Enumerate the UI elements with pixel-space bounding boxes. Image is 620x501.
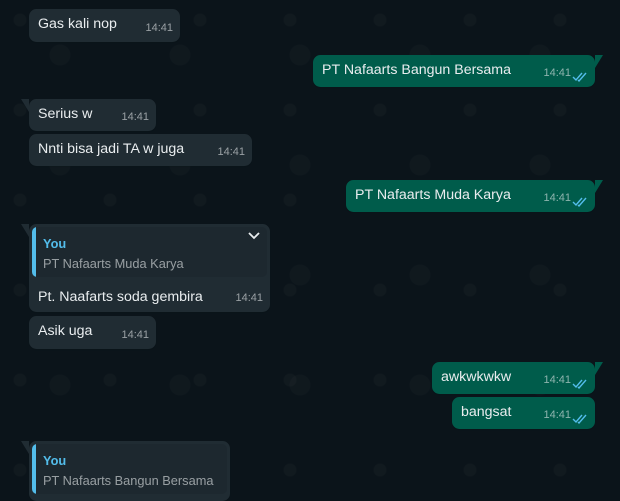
message-time: 14:41 <box>121 329 149 341</box>
message-time: 14:41 <box>543 374 571 386</box>
quoted-message[interactable]: You PT Nafaarts Muda Karya <box>32 227 267 277</box>
message-text: Serius w <box>38 106 93 122</box>
message-bubble-incoming[interactable]: Nnti bisa jadi TA w juga 14:41 <box>29 134 252 166</box>
message-time: 14:41 <box>543 67 571 79</box>
message-time: 14:41 <box>145 22 173 34</box>
quote-text: PT Nafaarts Muda Karya <box>43 256 184 271</box>
quoted-message[interactable]: You PT Nafaarts Bangun Bersama <box>32 444 227 494</box>
message-time: 14:41 <box>543 409 571 421</box>
message-bubble-incoming[interactable]: Gas kali nop 14:41 <box>29 9 180 42</box>
message-bubble-outgoing[interactable]: awkwkwkw 14:41 <box>432 362 603 394</box>
message-text: Gas kali nop <box>38 16 117 32</box>
quote-author: You <box>43 236 67 251</box>
quote-author: You <box>43 453 67 468</box>
message-text: bangsat <box>461 404 512 420</box>
message-time: 14:41 <box>543 192 571 204</box>
message-text: Pt. Naafarts soda gembira <box>38 289 203 305</box>
quote-accent-bar <box>32 227 36 277</box>
message-text: Nnti bisa jadi TA w juga <box>38 141 185 157</box>
message-bubble-incoming[interactable]: Asik uga 14:41 <box>29 316 156 349</box>
message-text: PT Nafaarts Bangun Bersama <box>322 62 512 78</box>
message-bubble-incoming[interactable]: Serius w 14:41 <box>21 99 156 131</box>
message-bubble-incoming-reply[interactable]: You PT Nafaarts Bangun Bersama <box>21 441 230 501</box>
quote-accent-bar <box>32 444 36 494</box>
message-bubble-incoming-reply[interactable]: You PT Nafaarts Muda Karya Pt. Naafarts … <box>21 224 270 312</box>
message-time: 14:41 <box>217 146 245 158</box>
quote-text: PT Nafaarts Bangun Bersama <box>43 473 214 488</box>
message-bubble-outgoing[interactable]: PT Nafaarts Muda Karya 14:41 <box>346 180 603 212</box>
chevron-down-icon[interactable] <box>248 232 260 240</box>
message-bubble-outgoing[interactable]: PT Nafaarts Bangun Bersama 14:41 <box>313 55 603 87</box>
message-text: Asik uga <box>38 323 93 339</box>
message-time: 14:41 <box>121 111 149 123</box>
message-bubble-outgoing[interactable]: bangsat 14:41 <box>452 397 595 429</box>
message-text: awkwkwkw <box>441 369 512 385</box>
double-check-icon <box>572 379 587 389</box>
double-check-icon <box>572 72 587 82</box>
double-check-icon <box>572 414 587 424</box>
double-check-icon <box>572 197 587 207</box>
message-text: PT Nafaarts Muda Karya <box>355 187 511 203</box>
message-time: 14:41 <box>235 292 263 304</box>
